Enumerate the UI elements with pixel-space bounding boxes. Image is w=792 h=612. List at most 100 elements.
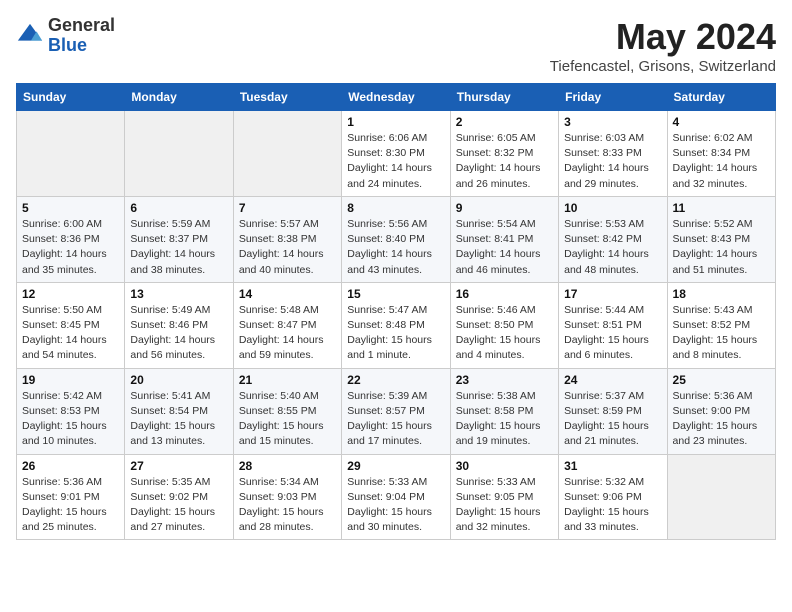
- calendar-week-row: 1 Sunrise: 6:06 AM Sunset: 8:30 PM Daylig…: [17, 111, 776, 197]
- day-number: 30: [456, 459, 553, 473]
- calendar-day-cell: 2Sunrise: 6:05 AM Sunset: 8:32 PM Daylig…: [450, 111, 558, 197]
- day-info: Sunrise: 5:48 AM Sunset: 8:47 PM Dayligh…: [239, 303, 336, 364]
- day-number: 15: [347, 287, 444, 301]
- day-number: 19: [22, 373, 119, 387]
- day-info: Sunrise: 6:02 AM Sunset: 8:34 PM Dayligh…: [673, 131, 770, 192]
- calendar-day-cell: 8 Sunrise: 5:56 AM Sunset: 8:40 PM Daylig…: [342, 196, 450, 282]
- calendar-day-cell: 25 Sunrise: 5:36 AM Sunset: 9:00 PM Dayli…: [667, 368, 775, 454]
- calendar-day-cell: 24 Sunrise: 5:37 AM Sunset: 8:59 PM Dayli…: [559, 368, 667, 454]
- day-info: Sunrise: 6:05 AM Sunset: 8:32 PM Dayligh…: [456, 131, 553, 192]
- day-info: Sunrise: 5:54 AM Sunset: 8:41 PM Dayligh…: [456, 217, 553, 278]
- day-info: Sunrise: 5:44 AM Sunset: 8:51 PM Dayligh…: [564, 303, 661, 364]
- day-number: 26: [22, 459, 119, 473]
- day-number: 23: [456, 373, 553, 387]
- location-subtitle: Tiefencastel, Grisons, Switzerland: [550, 58, 776, 75]
- calendar-day-cell: [125, 111, 233, 197]
- day-number: 24: [564, 373, 661, 387]
- day-number: 8: [347, 201, 444, 215]
- weekday-header-cell: Friday: [559, 84, 667, 111]
- day-number: 10: [564, 201, 661, 215]
- calendar-day-cell: 19 Sunrise: 5:42 AM Sunset: 8:53 PM Dayli…: [17, 368, 125, 454]
- calendar-day-cell: 30 Sunrise: 5:33 AM Sunset: 9:05 PM Dayli…: [450, 454, 558, 540]
- day-info: Sunrise: 5:38 AM Sunset: 8:58 PM Dayligh…: [456, 389, 553, 450]
- calendar-day-cell: 18 Sunrise: 5:43 AM Sunset: 8:52 PM Dayli…: [667, 282, 775, 368]
- calendar-day-cell: 29 Sunrise: 5:33 AM Sunset: 9:04 PM Dayli…: [342, 454, 450, 540]
- day-info: Sunrise: 5:59 AM Sunset: 8:37 PM Dayligh…: [130, 217, 227, 278]
- day-number: 7: [239, 201, 336, 215]
- day-number: 22: [347, 373, 444, 387]
- calendar-day-cell: 3Sunrise: 6:03 AM Sunset: 8:33 PM Daylig…: [559, 111, 667, 197]
- day-number: 28: [239, 459, 336, 473]
- day-info: Sunrise: 5:53 AM Sunset: 8:42 PM Dayligh…: [564, 217, 661, 278]
- calendar-day-cell: 17Sunrise: 5:44 AM Sunset: 8:51 PM Dayli…: [559, 282, 667, 368]
- calendar-day-cell: [667, 454, 775, 540]
- day-info: Sunrise: 6:00 AM Sunset: 8:36 PM Dayligh…: [22, 217, 119, 278]
- calendar-week-row: 5 Sunrise: 6:00 AM Sunset: 8:36 PM Daylig…: [17, 196, 776, 282]
- day-number: 6: [130, 201, 227, 215]
- calendar-day-cell: 27Sunrise: 5:35 AM Sunset: 9:02 PM Dayli…: [125, 454, 233, 540]
- logo-icon: [16, 22, 44, 50]
- logo: General Blue: [16, 16, 115, 56]
- day-number: 5: [22, 201, 119, 215]
- day-number: 13: [130, 287, 227, 301]
- day-number: 1: [347, 115, 444, 129]
- day-info: Sunrise: 5:37 AM Sunset: 8:59 PM Dayligh…: [564, 389, 661, 450]
- weekday-header-cell: Monday: [125, 84, 233, 111]
- calendar-day-cell: [17, 111, 125, 197]
- title-block: May 2024 Tiefencastel, Grisons, Switzerl…: [550, 16, 776, 75]
- day-number: 11: [673, 201, 770, 215]
- day-number: 12: [22, 287, 119, 301]
- day-info: Sunrise: 5:47 AM Sunset: 8:48 PM Dayligh…: [347, 303, 444, 364]
- calendar-day-cell: 26Sunrise: 5:36 AM Sunset: 9:01 PM Dayli…: [17, 454, 125, 540]
- calendar-day-cell: 9 Sunrise: 5:54 AM Sunset: 8:41 PM Daylig…: [450, 196, 558, 282]
- calendar-day-cell: 4 Sunrise: 6:02 AM Sunset: 8:34 PM Daylig…: [667, 111, 775, 197]
- calendar-day-cell: 11 Sunrise: 5:52 AM Sunset: 8:43 PM Dayli…: [667, 196, 775, 282]
- calendar-body: 1 Sunrise: 6:06 AM Sunset: 8:30 PM Daylig…: [17, 111, 776, 540]
- day-info: Sunrise: 5:57 AM Sunset: 8:38 PM Dayligh…: [239, 217, 336, 278]
- day-info: Sunrise: 5:52 AM Sunset: 8:43 PM Dayligh…: [673, 217, 770, 278]
- day-info: Sunrise: 5:43 AM Sunset: 8:52 PM Dayligh…: [673, 303, 770, 364]
- calendar-day-cell: 21Sunrise: 5:40 AM Sunset: 8:55 PM Dayli…: [233, 368, 341, 454]
- day-info: Sunrise: 5:36 AM Sunset: 9:00 PM Dayligh…: [673, 389, 770, 450]
- day-number: 31: [564, 459, 661, 473]
- day-info: Sunrise: 5:33 AM Sunset: 9:05 PM Dayligh…: [456, 475, 553, 536]
- weekday-header-cell: Sunday: [17, 84, 125, 111]
- day-info: Sunrise: 6:06 AM Sunset: 8:30 PM Dayligh…: [347, 131, 444, 192]
- day-number: 3: [564, 115, 661, 129]
- calendar-week-row: 12 Sunrise: 5:50 AM Sunset: 8:45 PM Dayli…: [17, 282, 776, 368]
- calendar-week-row: 26Sunrise: 5:36 AM Sunset: 9:01 PM Dayli…: [17, 454, 776, 540]
- weekday-header-cell: Tuesday: [233, 84, 341, 111]
- calendar-day-cell: 1 Sunrise: 6:06 AM Sunset: 8:30 PM Daylig…: [342, 111, 450, 197]
- day-number: 20: [130, 373, 227, 387]
- calendar-day-cell: [233, 111, 341, 197]
- day-number: 25: [673, 373, 770, 387]
- calendar-day-cell: 28Sunrise: 5:34 AM Sunset: 9:03 PM Dayli…: [233, 454, 341, 540]
- calendar-day-cell: 14Sunrise: 5:48 AM Sunset: 8:47 PM Dayli…: [233, 282, 341, 368]
- day-info: Sunrise: 5:46 AM Sunset: 8:50 PM Dayligh…: [456, 303, 553, 364]
- calendar-day-cell: 7 Sunrise: 5:57 AM Sunset: 8:38 PM Daylig…: [233, 196, 341, 282]
- day-number: 9: [456, 201, 553, 215]
- day-info: Sunrise: 5:41 AM Sunset: 8:54 PM Dayligh…: [130, 389, 227, 450]
- calendar-table: SundayMondayTuesdayWednesdayThursdayFrid…: [16, 83, 776, 540]
- calendar-day-cell: 20 Sunrise: 5:41 AM Sunset: 8:54 PM Dayli…: [125, 368, 233, 454]
- day-info: Sunrise: 5:42 AM Sunset: 8:53 PM Dayligh…: [22, 389, 119, 450]
- day-info: Sunrise: 5:33 AM Sunset: 9:04 PM Dayligh…: [347, 475, 444, 536]
- calendar-day-cell: 23 Sunrise: 5:38 AM Sunset: 8:58 PM Dayli…: [450, 368, 558, 454]
- weekday-header-cell: Saturday: [667, 84, 775, 111]
- calendar-day-cell: 15 Sunrise: 5:47 AM Sunset: 8:48 PM Dayli…: [342, 282, 450, 368]
- calendar-day-cell: 22Sunrise: 5:39 AM Sunset: 8:57 PM Dayli…: [342, 368, 450, 454]
- day-number: 4: [673, 115, 770, 129]
- day-number: 18: [673, 287, 770, 301]
- day-number: 21: [239, 373, 336, 387]
- day-info: Sunrise: 5:56 AM Sunset: 8:40 PM Dayligh…: [347, 217, 444, 278]
- calendar-day-cell: 10 Sunrise: 5:53 AM Sunset: 8:42 PM Dayli…: [559, 196, 667, 282]
- day-number: 29: [347, 459, 444, 473]
- calendar-day-cell: 13Sunrise: 5:49 AM Sunset: 8:46 PM Dayli…: [125, 282, 233, 368]
- day-info: Sunrise: 5:50 AM Sunset: 8:45 PM Dayligh…: [22, 303, 119, 364]
- calendar-day-cell: 5 Sunrise: 6:00 AM Sunset: 8:36 PM Daylig…: [17, 196, 125, 282]
- calendar-week-row: 19 Sunrise: 5:42 AM Sunset: 8:53 PM Dayli…: [17, 368, 776, 454]
- calendar-day-cell: 12 Sunrise: 5:50 AM Sunset: 8:45 PM Dayli…: [17, 282, 125, 368]
- logo-text: General Blue: [48, 16, 115, 56]
- calendar-day-cell: 16Sunrise: 5:46 AM Sunset: 8:50 PM Dayli…: [450, 282, 558, 368]
- page-header: General Blue May 2024 Tiefencastel, Gris…: [16, 16, 776, 75]
